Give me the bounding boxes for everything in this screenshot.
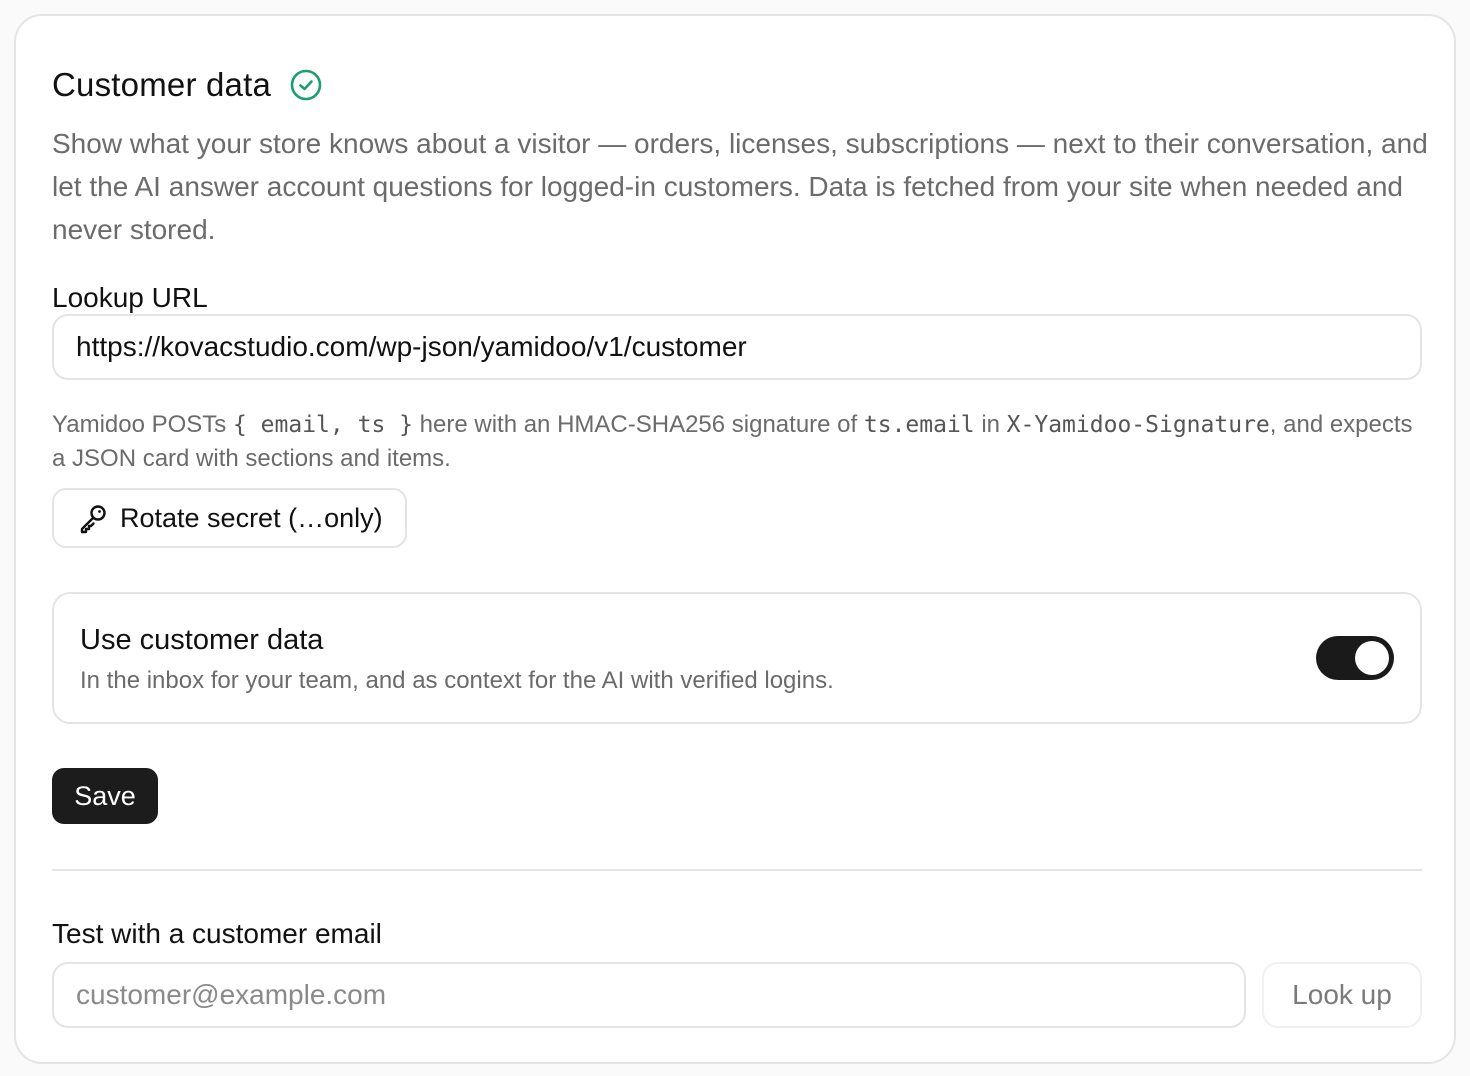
test-email-label: Test with a customer email [52, 918, 382, 949]
test-email-input[interactable]: customer@example.com [52, 962, 1246, 1028]
help-prefix: Yamidoo POSTs [52, 411, 233, 438]
rotate-secret-label: Rotate secret (…only) [120, 502, 383, 533]
help-mid: here with an HMAC-SHA256 signature of [412, 411, 864, 438]
check-circle-icon [289, 68, 323, 102]
lookup-url-help: Yamidoo POSTs { email, ts } here with an… [52, 408, 1432, 476]
section-header: Customer data [52, 66, 323, 104]
help-code-body: { email, ts } [232, 412, 413, 438]
use-customer-data-setting: Use customer data In the inbox for your … [52, 592, 1422, 724]
toggle-subtitle: In the inbox for your team, and as conte… [80, 667, 834, 694]
use-customer-data-toggle[interactable] [1316, 636, 1394, 680]
help-in: in [974, 411, 1007, 438]
lookup-url-input[interactable]: https://kovacstudio.com/wp-json/yamidoo/… [52, 314, 1422, 380]
section-title: Customer data [52, 66, 272, 103]
test-email-placeholder: customer@example.com [76, 979, 387, 1010]
help-code-header: X-Yamidoo-Signature [1006, 412, 1270, 438]
rotate-secret-button[interactable]: Rotate secret (…only) [52, 488, 407, 548]
section-description: Show what your store knows about a visit… [52, 128, 1428, 245]
help-code-signature: ts.email [863, 412, 975, 438]
toggle-title: Use customer data [80, 624, 324, 656]
section-divider [52, 869, 1422, 871]
lookup-url-label: Lookup URL [52, 282, 208, 313]
customer-data-card: Customer data Show what your store knows… [14, 14, 1456, 1064]
look-up-button[interactable]: Look up [1262, 962, 1422, 1028]
toggle-knob [1355, 641, 1389, 675]
lookup-url-value: https://kovacstudio.com/wp-json/yamidoo/… [76, 331, 747, 362]
key-icon [76, 501, 110, 535]
save-button[interactable]: Save [52, 768, 158, 824]
